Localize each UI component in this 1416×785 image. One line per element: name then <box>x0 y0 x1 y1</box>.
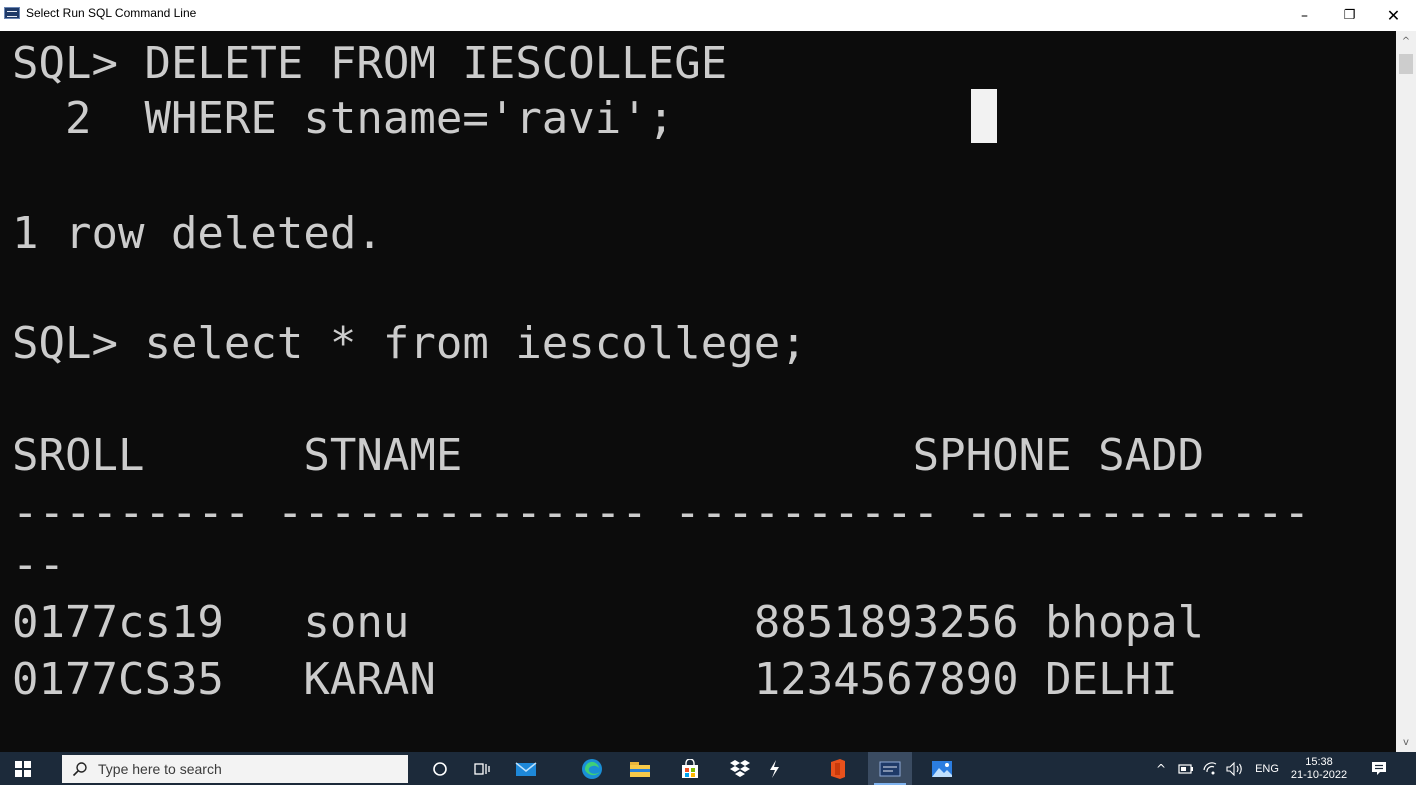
scroll-thumb[interactable] <box>1399 54 1413 74</box>
close-button[interactable]: ✕ <box>1371 0 1416 31</box>
battery-icon[interactable] <box>1175 752 1197 785</box>
table-separator-wrap: -- <box>12 539 65 590</box>
maximize-button[interactable]: ❐ <box>1327 0 1372 31</box>
console-line: SQL> DELETE FROM IESCOLLEGE <box>12 38 728 89</box>
office-icon[interactable] <box>816 752 860 785</box>
start-button[interactable] <box>0 752 46 785</box>
clock-time: 15:38 <box>1305 755 1333 768</box>
scroll-up-button[interactable]: ^ <box>1396 31 1416 51</box>
window-title: Select Run SQL Command Line <box>26 6 197 20</box>
clock[interactable]: 15:38 21-10-2022 <box>1286 752 1352 785</box>
tray-chevron-icon[interactable]: ^ <box>1150 752 1172 785</box>
file-explorer-icon[interactable] <box>618 752 662 785</box>
scroll-down-button[interactable]: v <box>1396 732 1416 752</box>
windows-logo-icon <box>15 760 31 777</box>
table-separator: --------- -------------- ---------- ----… <box>12 487 1311 538</box>
edge-icon[interactable] <box>570 752 614 785</box>
table-row: 0177CS35 KARAN 1234567890 DELHI <box>12 654 1178 705</box>
notifications-icon[interactable] <box>1362 752 1396 785</box>
volume-icon[interactable] <box>1223 752 1247 785</box>
search-icon <box>62 761 98 777</box>
store-icon[interactable] <box>668 752 712 785</box>
task-view-icon[interactable] <box>460 752 504 785</box>
vertical-scrollbar[interactable]: ^ v <box>1396 31 1416 752</box>
wifi-icon[interactable] <box>1199 752 1221 785</box>
console-line: 1 row deleted. <box>12 208 383 259</box>
photos-icon[interactable] <box>920 752 964 785</box>
table-row: 0177cs19 sonu 8851893256 bhopal <box>12 597 1205 648</box>
table-header: SROLL STNAME SPHONE SADD <box>12 430 1205 481</box>
taskbar: Type here to search ^ ENG 15:38 21-10-20… <box>0 752 1416 785</box>
search-placeholder: Type here to search <box>98 761 222 777</box>
console-output[interactable]: SQL> DELETE FROM IESCOLLEGE 2 WHERE stna… <box>0 31 1396 752</box>
app-icon[interactable] <box>752 752 796 785</box>
sql-command-line-icon[interactable] <box>868 752 912 785</box>
title-bar: Select Run SQL Command Line – ❐ ✕ <box>0 0 1416 31</box>
cortana-icon[interactable] <box>418 752 462 785</box>
text-cursor <box>971 89 997 143</box>
mail-icon[interactable] <box>504 752 548 785</box>
console-line: SQL> select * from iescollege; <box>12 318 807 369</box>
minimize-button[interactable]: – <box>1282 0 1327 31</box>
console-line: 2 WHERE stname='ravi'; <box>12 93 675 144</box>
language-indicator[interactable]: ENG <box>1250 752 1284 785</box>
sql-app-icon <box>4 7 20 19</box>
taskbar-search[interactable]: Type here to search <box>62 755 408 783</box>
clock-date: 21-10-2022 <box>1290 768 1348 781</box>
